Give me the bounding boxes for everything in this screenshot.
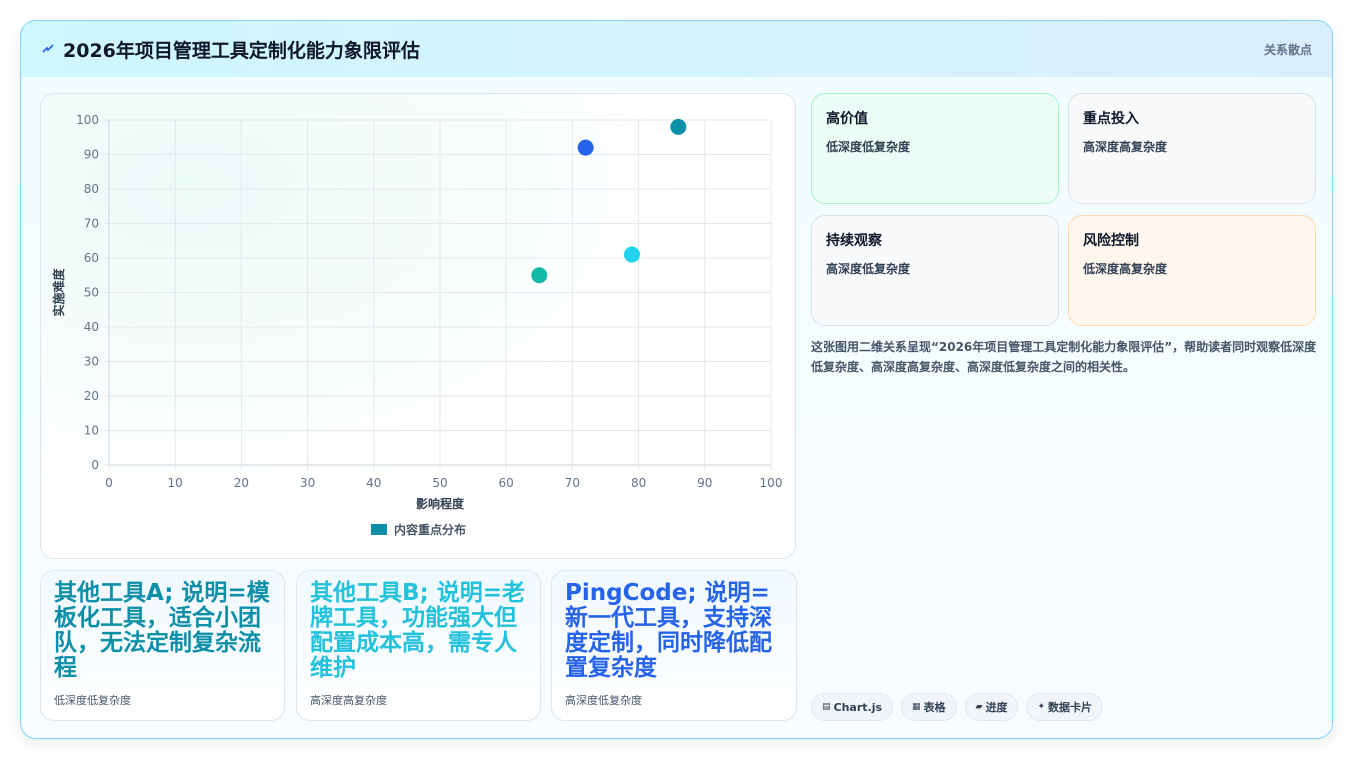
quadrant-title: 重点投入 [1083, 111, 1139, 127]
chip-data-card[interactable]: ✦ 数据卡片 [1026, 693, 1104, 721]
x-tick-label: 60 [499, 476, 514, 490]
data-point [670, 118, 687, 135]
progress-icon: ▰ [975, 702, 983, 712]
tool-card: 其他工具A; 说明=模板化工具，适合小团队，无法定制复杂流程 低深度低复杂度 [40, 570, 285, 721]
y-tick-label: 100 [76, 113, 99, 127]
chart-panel: 0 10 20 30 40 50 60 70 80 90 100 0 10 20 30 40 50 60 70 80 9… [40, 93, 796, 559]
x-tick-label: 40 [366, 476, 381, 490]
data-point [531, 267, 548, 284]
chip-label: 进度 [985, 701, 1008, 714]
quadrant-title: 风险控制 [1083, 233, 1139, 249]
tool-card: PingCode; 说明=新一代工具，支持深度定制，同时降低配置复杂度 高深度低… [551, 570, 797, 721]
legend-label: 内容重点分布 [394, 522, 466, 537]
x-tick-label: 10 [168, 476, 183, 490]
chart-description: 这张图用二维关系呈现“2026年项目管理工具定制化能力象限评估”，帮助读者同时观… [811, 340, 1317, 374]
chip-chartjs[interactable]: ▤ Chart.js [811, 693, 894, 721]
y-tick-label: 70 [84, 217, 99, 231]
x-tick-label: 100 [760, 476, 783, 490]
data-point [577, 139, 594, 156]
x-tick-label: 0 [105, 476, 113, 490]
y-tick-label: 20 [84, 389, 99, 403]
y-tick-label: 40 [84, 320, 99, 334]
chip-label: Chart.js [833, 700, 883, 714]
chart-type-tag: 关系散点 [1263, 43, 1312, 57]
quadrant-observe: 持续观察 高深度低复杂度 [811, 215, 1059, 326]
y-tick-label: 10 [84, 424, 99, 438]
quadrant-subtitle: 低深度高复杂度 [1083, 262, 1168, 276]
quadrant-title: 高价值 [826, 111, 868, 127]
tool-category: 低深度低复杂度 [54, 694, 131, 707]
quadrant-high-value: 高价值 低深度低复杂度 [811, 93, 1059, 204]
y-tick-label: 30 [84, 355, 99, 369]
x-tick-label: 50 [432, 476, 447, 490]
y-tick-label: 90 [84, 148, 99, 162]
tool-category: 高深度高复杂度 [310, 694, 387, 707]
x-tick-label: 30 [300, 476, 315, 490]
table-icon: ▦ [912, 702, 921, 712]
quadrant-key-investment: 重点投入 高深度高复杂度 [1068, 93, 1316, 204]
x-axis-label: 影响程度 [416, 496, 465, 511]
x-tick-label: 80 [631, 476, 646, 490]
chip-table[interactable]: ▦ 表格 [901, 693, 957, 721]
feature-chips: ▤ Chart.js ▦ 表格 ▰ 进度 ✦ 数据卡片 [811, 693, 1104, 721]
tool-card: 其他工具B; 说明=老牌工具，功能强大但配置成本高，需专人维护 高深度高复杂度 [296, 570, 541, 721]
quadrant-risk-control: 风险控制 低深度高复杂度 [1068, 215, 1316, 326]
x-tick-label: 70 [565, 476, 580, 490]
lightning-icon [42, 44, 54, 53]
y-tick-label: 0 [91, 458, 99, 472]
tool-name: PingCode; 说明=新一代工具，支持深度定制，同时降低配置复杂度 [565, 580, 772, 681]
chart-icon: ▤ [822, 702, 831, 712]
header-bar: 2026年项目管理工具定制化能力象限评估 关系散点 [21, 21, 1332, 77]
scatter-chart: 0 10 20 30 40 50 60 70 80 90 100 0 10 20 30 40 50 60 70 80 9… [51, 113, 783, 537]
chip-label: 表格 [923, 701, 946, 714]
report-card: 2026年项目管理工具定制化能力象限评估 关系散点 0 10 20 30 40 50 60 7… [20, 20, 1333, 739]
y-axis-label: 实施难度 [51, 268, 66, 317]
tool-name: 其他工具A; 说明=模板化工具，适合小团队，无法定制复杂流程 [54, 580, 270, 681]
quadrant-subtitle: 低深度低复杂度 [826, 140, 911, 154]
y-tick-label: 50 [84, 286, 99, 300]
quadrant-subtitle: 高深度低复杂度 [826, 262, 911, 276]
legend-swatch [371, 524, 387, 535]
chip-label: 数据卡片 [1048, 701, 1093, 714]
quadrant-subtitle: 高深度高复杂度 [1083, 140, 1168, 154]
page-title: 2026年项目管理工具定制化能力象限评估 [63, 39, 420, 62]
sparkle-icon: ✦ [1037, 702, 1046, 712]
tool-category: 高深度低复杂度 [565, 694, 642, 707]
data-point [623, 246, 640, 263]
chip-progress[interactable]: ▰ 进度 [964, 693, 1019, 721]
tool-name: 其他工具B; 说明=老牌工具，功能强大但配置成本高，需专人维护 [310, 580, 526, 681]
x-tick-label: 20 [234, 476, 249, 490]
x-tick-label: 90 [697, 476, 712, 490]
y-tick-label: 80 [84, 182, 99, 196]
y-tick-label: 60 [84, 251, 99, 265]
quadrant-title: 持续观察 [826, 233, 882, 249]
